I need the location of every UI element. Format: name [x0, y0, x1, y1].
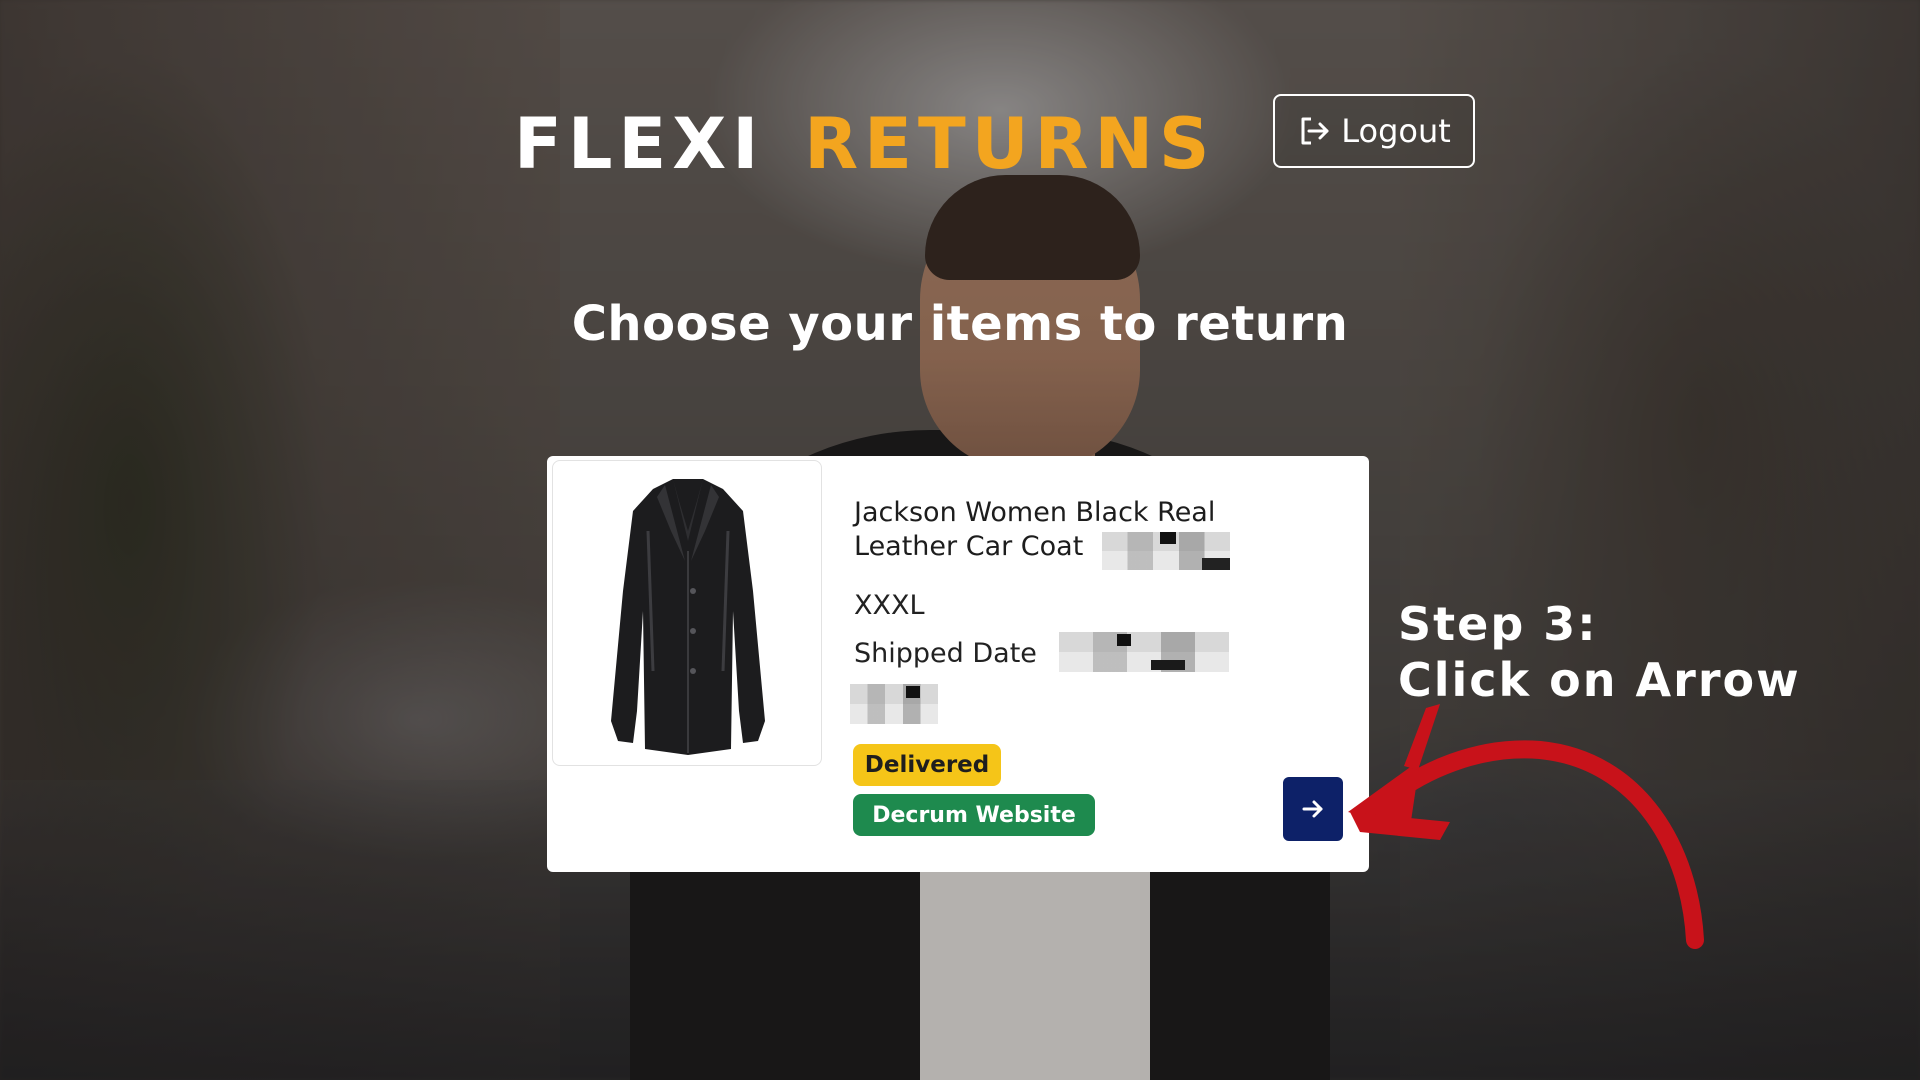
coat-image [611, 479, 765, 755]
step-annotation: Step 3: Click on Arrow [1398, 596, 1801, 708]
redacted-shipped-date-continued [850, 684, 938, 724]
logout-icon [1297, 113, 1333, 149]
arrow-right-icon [1302, 800, 1323, 818]
source-badge: Decrum Website [853, 794, 1095, 836]
logo-text-flexi: FLEXI [514, 103, 765, 185]
step-annotation-line1: Step 3: [1398, 597, 1598, 651]
annotation-curved-arrow-icon [1348, 704, 1704, 949]
return-item-card[interactable]: Jackson Women Black Real Leather Car Coa… [547, 456, 1369, 872]
shipped-date-label: Shipped Date [854, 638, 1037, 669]
product-size: XXXL [854, 590, 925, 621]
logout-button[interactable]: Logout [1273, 94, 1475, 168]
status-badge: Delivered [853, 744, 1001, 786]
app-screen: FLEXI RETURNS Logout Choose your items t… [0, 0, 1920, 1080]
page-title: Choose your items to return [0, 296, 1920, 352]
redacted-shipped-date [1059, 632, 1229, 672]
logout-label: Logout [1341, 112, 1451, 150]
page-title-text: Choose your items to return [571, 296, 1349, 352]
next-arrow-button[interactable] [1283, 777, 1343, 841]
logo-text-returns: RETURNS [804, 103, 1216, 185]
product-thumbnail [552, 460, 822, 766]
brand-logo: FLEXI RETURNS [514, 104, 1215, 184]
redacted-order-id [1102, 532, 1230, 570]
